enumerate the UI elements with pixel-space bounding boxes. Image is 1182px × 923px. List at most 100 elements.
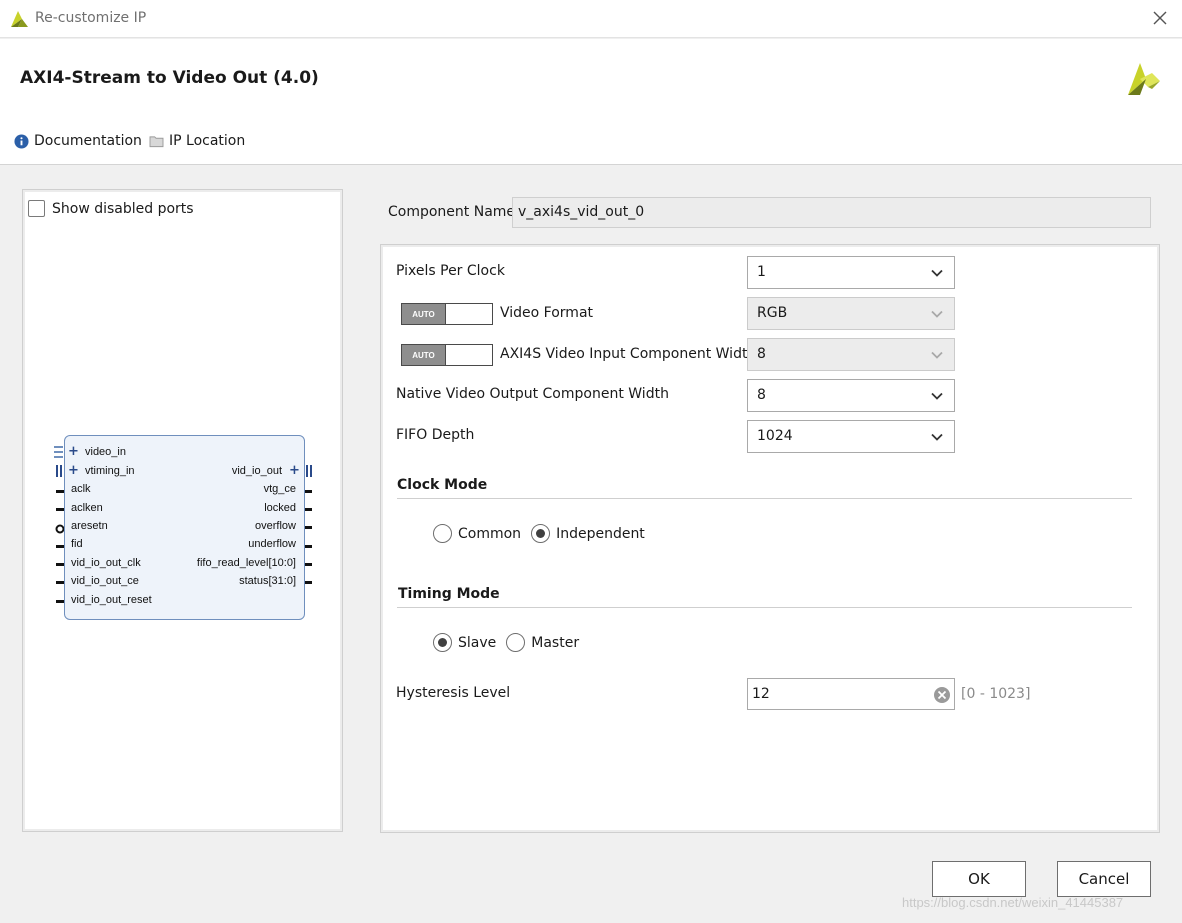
clock-mode-radio-group: Common Independent (433, 524, 655, 543)
documentation-label: Documentation (34, 133, 142, 149)
pin-aclken (56, 508, 64, 511)
checkbox-box[interactable] (28, 200, 45, 217)
pixels-per-clock-value: 1 (757, 264, 766, 280)
pin-fifo-read-level (304, 563, 312, 566)
pin-vtg-ce (304, 490, 312, 493)
radio-button[interactable] (506, 633, 526, 652)
fifo-depth-value: 1024 (757, 428, 793, 444)
radio-label: Independent (556, 525, 645, 542)
expand-plus-icon[interactable]: + (289, 464, 300, 477)
chevron-down-icon (931, 269, 943, 277)
pin-locked (304, 508, 312, 511)
radio-button[interactable] (531, 524, 551, 543)
pin-aclk (56, 490, 64, 493)
documentation-link[interactable]: Documentation (14, 133, 142, 149)
chevron-down-icon (931, 392, 943, 400)
expand-plus-icon[interactable]: + (68, 464, 79, 477)
native-width-label: Native Video Output Component Width (396, 386, 669, 402)
port-label-left: vid_io_out_clk (71, 557, 141, 569)
xilinx-logo-icon (11, 11, 28, 27)
radio-label: Slave (458, 634, 497, 651)
port-label-left: fid (71, 538, 83, 550)
video-format-value: RGB (757, 305, 788, 321)
video-format-auto-toggle[interactable]: AUTO (401, 303, 493, 325)
section-divider (397, 498, 1132, 499)
hysteresis-value: 12 (752, 686, 770, 702)
pin-overflow (304, 526, 312, 529)
show-disabled-ports-label: Show disabled ports (52, 200, 194, 217)
bus-pin-icon (56, 465, 62, 477)
component-name-input[interactable]: v_axi4s_vid_out_0 (512, 197, 1151, 228)
port-label-right: vtg_ce (263, 483, 296, 495)
pixels-per-clock-select[interactable]: 1 (747, 256, 955, 289)
radio-button[interactable] (433, 633, 452, 652)
port-label-left: vtiming_in (85, 465, 135, 477)
native-width-value: 8 (757, 387, 766, 403)
clock-mode-title: Clock Mode (397, 477, 488, 493)
axi4s-width-label: AXI4S Video Input Component Width (500, 346, 757, 362)
port-label-right: status[31:0] (239, 575, 296, 587)
video-format-label: Video Format (500, 305, 594, 321)
port-label-left: aresetn (71, 520, 108, 532)
bus-pin-icon (306, 465, 312, 477)
cancel-button[interactable]: Cancel (1057, 861, 1151, 897)
bus-pin-icon (54, 446, 64, 458)
ip-location-label: IP Location (169, 133, 246, 149)
port-label-left: vid_io_out_reset (71, 594, 152, 606)
chevron-down-icon (931, 310, 943, 318)
component-name-label: Component Name (388, 204, 516, 220)
ip-location-link[interactable]: IP Location (149, 133, 245, 149)
auto-toggle-knob: AUTO (402, 345, 446, 365)
radio-master[interactable]: Master (506, 633, 579, 652)
axi4s-width-auto-toggle[interactable]: AUTO (401, 344, 493, 366)
radio-label: Master (531, 634, 580, 651)
clear-icon[interactable] (933, 686, 951, 704)
ip-title: AXI4-Stream to Video Out (4.0) (20, 68, 319, 88)
port-label-left: aclk (71, 483, 91, 495)
port-label-right: locked (264, 502, 296, 514)
port-label-right: overflow (255, 520, 296, 532)
pin-underflow (304, 545, 312, 548)
fifo-depth-select[interactable]: 1024 (747, 420, 955, 453)
radio-independent[interactable]: Independent (531, 524, 645, 543)
ok-button[interactable]: OK (932, 861, 1026, 897)
port-label-left: vid_io_out_ce (71, 575, 139, 587)
radio-common[interactable]: Common (433, 524, 521, 543)
watermark-text: https://blog.csdn.net/weixin_41445387 (902, 895, 1124, 910)
title-bar: Re-customize IP (0, 0, 1182, 38)
folder-icon (149, 135, 164, 147)
pin-fid (56, 545, 64, 548)
axi4s-width-select: 8 (747, 338, 955, 371)
hysteresis-input[interactable]: 12 (747, 678, 955, 710)
pin-status (304, 581, 312, 584)
pin-vid-io-out-ce (56, 581, 64, 584)
auto-toggle-knob: AUTO (402, 304, 446, 324)
hysteresis-label: Hysteresis Level (396, 685, 511, 701)
close-icon[interactable] (1148, 6, 1172, 30)
chevron-down-icon (931, 351, 943, 359)
port-label-right: fifo_read_level[10:0] (196, 557, 296, 569)
pin-vid-io-out-clk (56, 563, 64, 566)
expand-plus-icon[interactable]: + (68, 445, 79, 458)
pixels-per-clock-label: Pixels Per Clock (396, 263, 505, 279)
fifo-depth-label: FIFO Depth (396, 427, 475, 443)
radio-label: Common (458, 525, 522, 542)
port-label-left: video_in (85, 446, 126, 458)
show-disabled-ports-checkbox[interactable]: Show disabled ports (28, 200, 194, 217)
info-icon (14, 133, 29, 149)
symbol-panel: Show disabled ports + + + video_in vtimi… (22, 189, 343, 832)
ip-block-symbol: + + + video_in vtiming_in aclk aclken ar… (64, 435, 305, 620)
port-label-right: vid_io_out (231, 465, 282, 477)
window-title: Re-customize IP (35, 10, 147, 26)
ip-header: AXI4-Stream to Video Out (4.0) Documenta… (0, 39, 1182, 165)
radio-slave[interactable]: Slave (433, 633, 496, 652)
video-format-select: RGB (747, 297, 955, 330)
radio-button[interactable] (433, 524, 452, 543)
axi4s-width-value: 8 (757, 346, 766, 362)
hysteresis-range: [0 - 1023] (961, 686, 1031, 702)
pin-vid-io-out-reset (56, 600, 64, 603)
timing-mode-radio-group: Slave Master (433, 633, 589, 652)
native-width-select[interactable]: 8 (747, 379, 955, 412)
port-label-left: aclken (71, 502, 103, 514)
section-divider (397, 607, 1132, 608)
